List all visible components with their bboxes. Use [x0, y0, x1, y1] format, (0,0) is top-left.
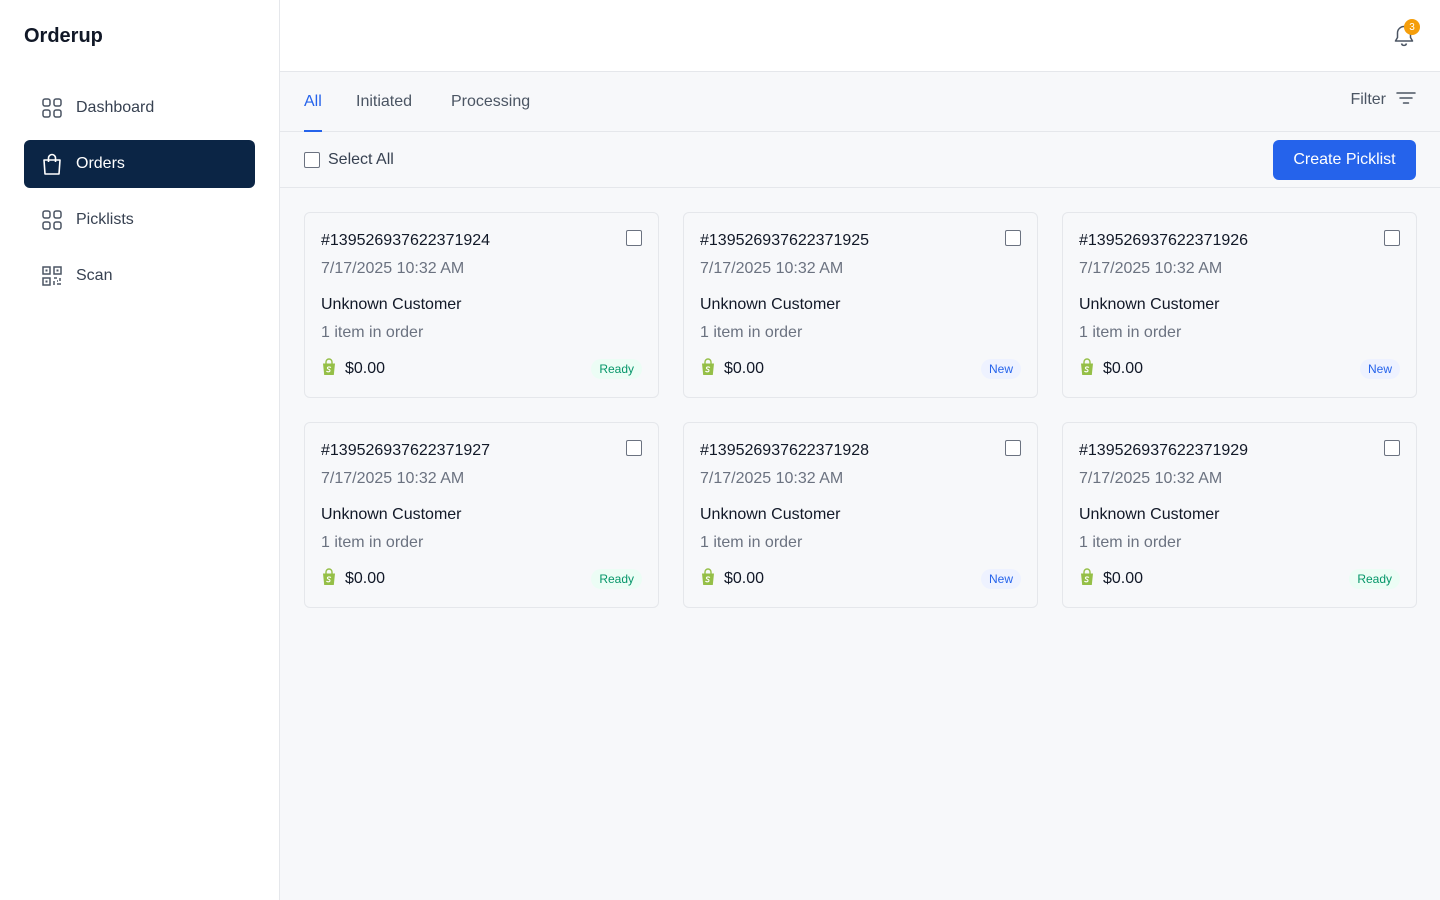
order-price: $0.00	[345, 360, 386, 377]
filter-label: Filter	[1350, 91, 1386, 108]
tab-label: Processing	[451, 93, 531, 110]
order-id: #139526937622371929	[1079, 442, 1249, 459]
grid-icon	[41, 97, 63, 119]
customer-name: Unknown Customer	[1079, 506, 1220, 523]
status-tabs: All Initiated Processing Filter	[280, 72, 1440, 132]
sidebar-nav: Dashboard Orders Picklists Scan	[24, 84, 255, 308]
item-count: 1 item in order	[700, 324, 803, 341]
qr-code-icon	[41, 265, 63, 287]
order-card-footer: $0.00 New	[700, 567, 1021, 591]
order-price: $0.00	[1103, 360, 1144, 377]
order-card[interactable]: #139526937622371928 7/17/2025 10:32 AM U…	[683, 422, 1038, 608]
tab-label: All	[304, 93, 322, 110]
order-date: 7/17/2025 10:32 AM	[1079, 260, 1223, 277]
order-id: #139526937622371928	[700, 442, 870, 459]
sidebar-item-label: Picklists	[76, 211, 134, 228]
shopping-bag-icon	[41, 153, 63, 175]
orders-grid: #139526937622371924 7/17/2025 10:32 AM U…	[304, 212, 1417, 608]
order-card-footer: $0.00 Ready	[321, 567, 642, 591]
order-date: 7/17/2025 10:32 AM	[321, 260, 465, 277]
customer-name: Unknown Customer	[700, 296, 841, 313]
order-total: $0.00	[321, 567, 386, 591]
customer-name: Unknown Customer	[321, 506, 462, 523]
customer-name: Unknown Customer	[700, 506, 841, 523]
order-price: $0.00	[1103, 570, 1144, 587]
order-card-footer: $0.00 New	[1079, 357, 1400, 381]
sidebar-item-orders[interactable]: Orders	[24, 140, 255, 188]
shopify-bag-icon	[1079, 567, 1103, 591]
order-checkbox[interactable]	[1384, 230, 1400, 246]
order-total: $0.00	[700, 567, 765, 591]
tab-all[interactable]: All	[304, 72, 322, 132]
sidebar-item-label: Scan	[76, 267, 113, 284]
order-id: #139526937622371926	[1079, 232, 1249, 249]
shopify-bag-icon	[1079, 357, 1103, 381]
shopify-bag-icon	[321, 567, 345, 591]
top-bar: 3	[280, 0, 1440, 72]
shopify-bag-icon	[700, 567, 724, 591]
tab-processing[interactable]: Processing	[451, 72, 530, 132]
customer-name: Unknown Customer	[1079, 296, 1220, 313]
order-total: $0.00	[700, 357, 765, 381]
order-price: $0.00	[724, 360, 765, 377]
action-bar: Select All Create Picklist	[280, 132, 1440, 188]
order-total: $0.00	[321, 357, 386, 381]
order-checkbox[interactable]	[626, 230, 642, 246]
sidebar-item-picklists[interactable]: Picklists	[24, 196, 255, 244]
order-checkbox[interactable]	[626, 440, 642, 456]
order-card-footer: $0.00 New	[700, 357, 1021, 381]
filter-icon	[1386, 91, 1416, 110]
grid-icon	[41, 209, 63, 231]
status-badge: New	[980, 569, 1021, 589]
item-count: 1 item in order	[321, 534, 424, 551]
order-id: #139526937622371927	[321, 442, 491, 459]
app-logo[interactable]: Orderup	[24, 25, 103, 48]
tab-label: Initiated	[356, 93, 413, 110]
select-all-checkbox[interactable]	[304, 152, 320, 168]
order-date: 7/17/2025 10:32 AM	[700, 260, 844, 277]
status-badge: Ready	[591, 569, 642, 589]
order-price: $0.00	[724, 570, 765, 587]
shopify-bag-icon	[700, 357, 724, 381]
item-count: 1 item in order	[1079, 324, 1182, 341]
order-id: #139526937622371924	[321, 232, 491, 249]
order-date: 7/17/2025 10:32 AM	[1079, 470, 1223, 487]
order-checkbox[interactable]	[1005, 440, 1021, 456]
sidebar-item-scan[interactable]: Scan	[24, 252, 255, 300]
order-card-footer: $0.00 Ready	[1079, 567, 1400, 591]
order-card[interactable]: #139526937622371924 7/17/2025 10:32 AM U…	[304, 212, 659, 398]
status-badge: Ready	[591, 359, 642, 379]
order-id: #139526937622371925	[700, 232, 870, 249]
order-checkbox[interactable]	[1384, 440, 1400, 456]
select-all-control[interactable]: Select All	[304, 132, 394, 188]
order-total: $0.00	[1079, 357, 1144, 381]
order-card-footer: $0.00 Ready	[321, 357, 642, 381]
sidebar-item-dashboard[interactable]: Dashboard	[24, 84, 255, 132]
sidebar-item-label: Orders	[76, 155, 125, 172]
order-card[interactable]: #139526937622371926 7/17/2025 10:32 AM U…	[1062, 212, 1417, 398]
item-count: 1 item in order	[700, 534, 803, 551]
order-price: $0.00	[345, 570, 386, 587]
order-checkbox[interactable]	[1005, 230, 1021, 246]
create-picklist-button[interactable]: Create Picklist	[1273, 140, 1416, 180]
order-card[interactable]: #139526937622371929 7/17/2025 10:32 AM U…	[1062, 422, 1417, 608]
status-badge: New	[980, 359, 1021, 379]
order-total: $0.00	[1079, 567, 1144, 591]
status-badge: New	[1359, 359, 1400, 379]
order-date: 7/17/2025 10:32 AM	[321, 470, 465, 487]
filter-button[interactable]: Filter	[1350, 72, 1416, 128]
sidebar: Orderup Dashboard Orders Picklists Scan	[0, 0, 280, 900]
order-date: 7/17/2025 10:32 AM	[700, 470, 844, 487]
order-card[interactable]: #139526937622371925 7/17/2025 10:32 AM U…	[683, 212, 1038, 398]
select-all-label: Select All	[328, 151, 394, 168]
status-badge: Ready	[1349, 569, 1400, 589]
shopify-bag-icon	[321, 357, 345, 381]
notification-count-badge: 3	[1404, 19, 1420, 35]
sidebar-item-label: Dashboard	[76, 99, 155, 116]
customer-name: Unknown Customer	[321, 296, 462, 313]
item-count: 1 item in order	[321, 324, 424, 341]
tab-initiated[interactable]: Initiated	[356, 72, 412, 132]
order-card[interactable]: #139526937622371927 7/17/2025 10:32 AM U…	[304, 422, 659, 608]
item-count: 1 item in order	[1079, 534, 1182, 551]
